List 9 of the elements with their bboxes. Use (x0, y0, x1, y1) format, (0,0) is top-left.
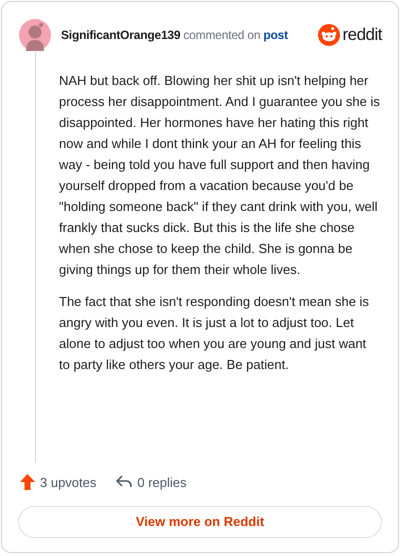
username[interactable]: SignificantOrange139 (61, 26, 180, 44)
reply-count: 0 replies (137, 474, 187, 492)
logo-wordmark: reddit (342, 24, 382, 46)
action-text: commented on (183, 27, 260, 44)
view-more-button[interactable]: View more on Reddit (18, 506, 382, 538)
post-link[interactable]: post (263, 26, 288, 44)
upvote-count: 3 upvotes (40, 474, 96, 492)
comment-paragraph: NAH but back off. Blowing her shit up isn't helping her process her disappointment. And I guarantee you she is disappointed. Her hormones have her hating this right now and while I dont think your an AH for feeling this way - being told you have full support and then having yourself dropped from a vacation because you'd be "holding someone back" if they cant drink with you, well frankly that sucks dick. But this is the life she chose when she chose to keep the child. She is gonna be giving things up for them their whole lives. (59, 72, 380, 279)
comment-paragraph: The fact that she isn't responding doesn't mean she is angry with you even. It is just a lot to adjust too. Let alone to adjust too when you are young and just want to party like others your age. Be patient. (59, 293, 370, 374)
